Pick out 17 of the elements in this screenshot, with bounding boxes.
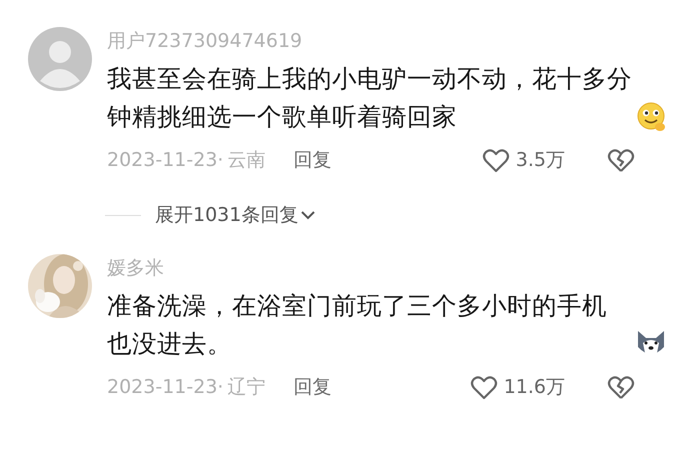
comment-location: 辽宁 [227,375,266,400]
reply-link[interactable]: 回复 [293,374,332,400]
comment-date: 2023-11-23· [107,376,224,398]
chevron-down-icon [300,209,316,221]
like-count: 11.6万 [504,375,565,400]
expand-replies-link[interactable]: 展开1031条回复 [155,202,316,228]
smiling-face-icon [637,102,667,132]
heart-icon[interactable] [482,147,510,173]
comment-location: 云南 [227,148,266,173]
broken-heart-icon[interactable] [607,374,635,400]
broken-heart-icon[interactable] [607,147,635,173]
comment-text: 我甚至会在骑上我的小电驴一动不动，花十多分钟精挑细选一个歌单听着骑回家 [107,63,633,133]
heart-icon[interactable] [470,374,498,400]
comment-date: 2023-11-23· [107,149,224,171]
like-count: 3.5万 [516,148,565,173]
comment-text: 准备洗澡，在浴室门前玩了三个多小时的手机也没进去。 [107,290,608,360]
reply-link[interactable]: 回复 [293,147,332,173]
